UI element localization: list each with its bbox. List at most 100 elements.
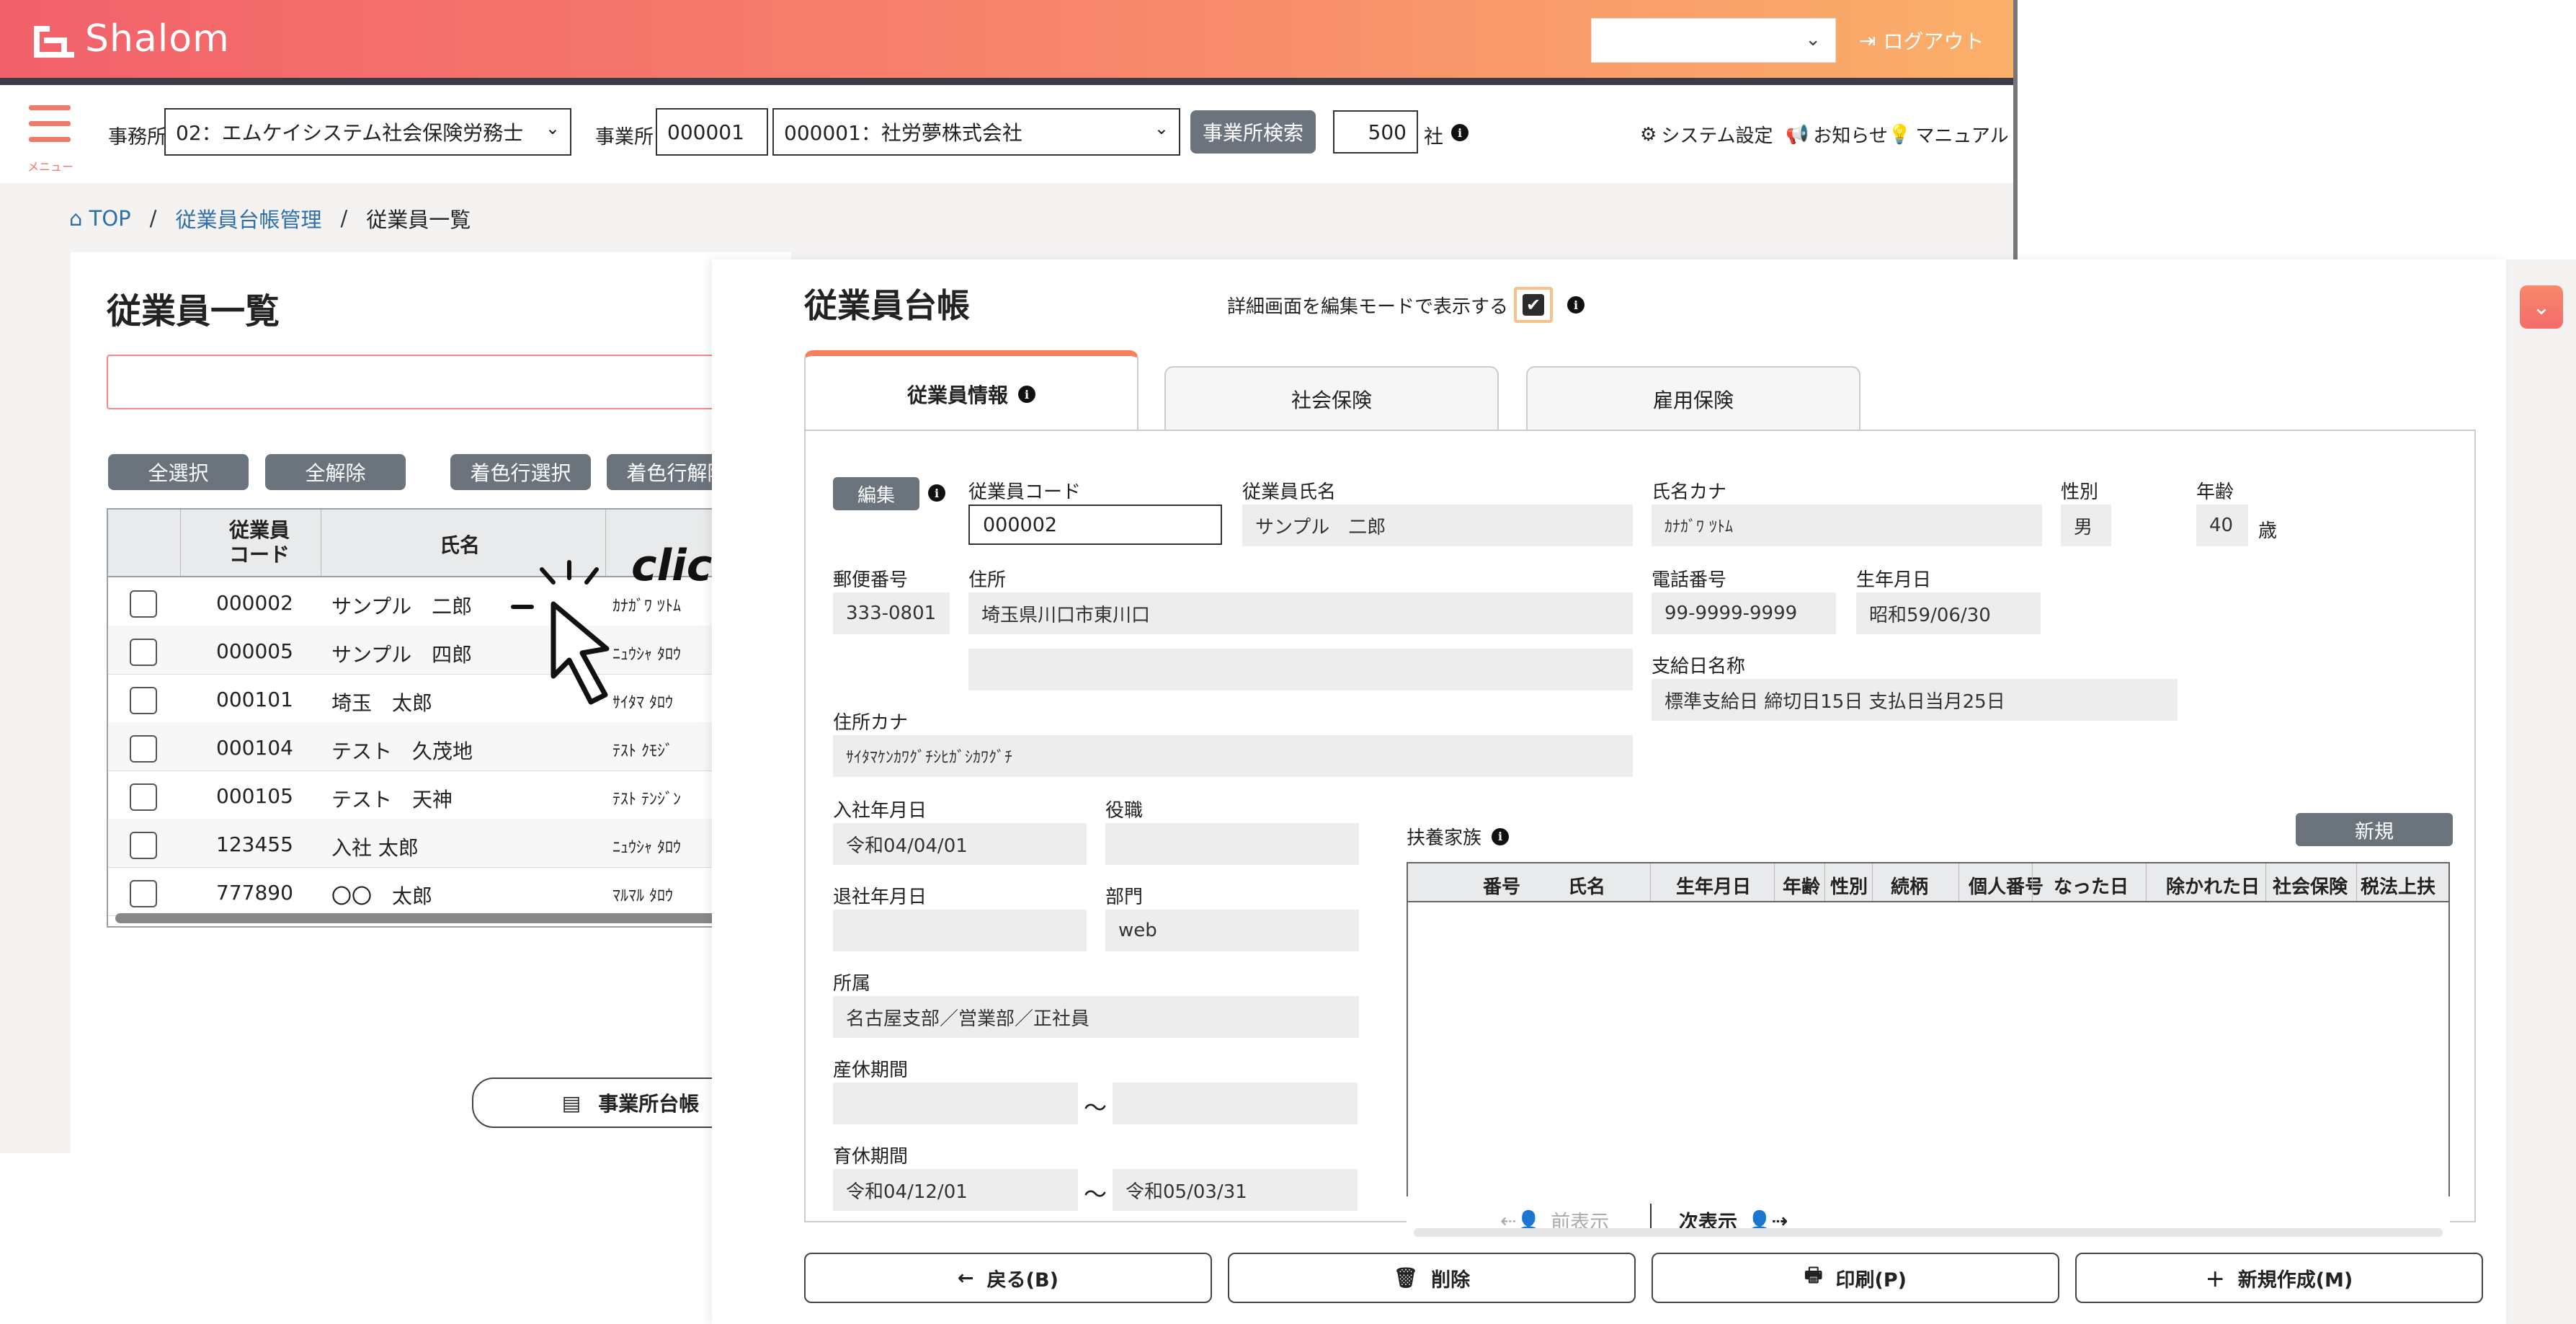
row-checkbox[interactable] xyxy=(130,639,157,666)
menu-button[interactable]: メニュー xyxy=(25,105,76,174)
row-checkbox[interactable] xyxy=(130,783,157,811)
chevron-down-icon: ⌄ xyxy=(1154,118,1169,138)
add-dependent-button[interactable]: 新規 xyxy=(2296,813,2453,846)
logout-button[interactable]: ⇥ ログアウト xyxy=(1859,26,1984,55)
printer-icon: 🖶 xyxy=(1804,1264,1823,1287)
notices-label: お知らせ xyxy=(1813,125,1888,147)
position-field[interactable] xyxy=(1105,823,1359,865)
dependents-label: 扶養家族 xyxy=(1407,827,1482,849)
employee-code-input[interactable]: 000002 xyxy=(968,505,1222,545)
top-right-select[interactable]: ⌄ xyxy=(1591,18,1836,63)
jigyosho-search-button[interactable]: 事業所検索 xyxy=(1190,110,1316,154)
address-line2-field[interactable] xyxy=(968,649,1633,690)
table-row[interactable]: 777890 〇〇 太郎 ﾏﾙﾏﾙ ﾀﾛｳ xyxy=(108,867,797,916)
tab-social-insurance[interactable]: 社会保険 xyxy=(1164,366,1499,431)
tab-employee-info[interactable]: 従業員情報 i xyxy=(804,350,1138,432)
column-divider xyxy=(1650,863,1651,901)
maternity-from-field[interactable] xyxy=(833,1083,1078,1124)
leave-date-field[interactable] xyxy=(833,910,1087,951)
row-checkbox[interactable] xyxy=(130,687,157,714)
table-row[interactable]: 000104 テスト 久茂地 ﾃｽﾄ ｸﾓｼﾞ xyxy=(108,722,797,771)
plus-icon: ＋ xyxy=(2205,1269,2225,1292)
info-icon[interactable]: i xyxy=(1451,124,1469,141)
employee-search-input[interactable] xyxy=(107,355,798,409)
column-header: 年齢 xyxy=(1783,876,1821,898)
age-label: 年齢 xyxy=(2196,481,2234,503)
delete-button[interactable]: 🗑 削除 xyxy=(1228,1253,1636,1303)
system-settings-link[interactable]: ⚙ システム設定 xyxy=(1640,121,1773,148)
jigyosho-select[interactable]: 000001：社労夢株式会社 ⌄ xyxy=(772,108,1180,156)
lightbulb-icon: 💡 xyxy=(1888,123,1912,146)
new-create-button[interactable]: ＋ 新規作成(M) xyxy=(2075,1253,2483,1303)
column-header: 性別 xyxy=(1830,876,1868,898)
select-all-button[interactable]: 全選択 xyxy=(108,454,249,490)
delete-label: 削除 xyxy=(1431,1269,1471,1292)
chevron-down-icon: ⌄ xyxy=(1805,29,1821,50)
address-kana-field[interactable]: ｻｲﾀﾏｹﾝｶﾜｸﾞﾁｼﾋｶﾞｼｶﾜｸﾞﾁ xyxy=(833,735,1633,777)
table-row[interactable]: 000105 テスト 天神 ﾃｽﾄ ﾃﾝｼﾞﾝ xyxy=(108,770,797,819)
info-icon[interactable]: i xyxy=(1492,827,1510,845)
birth-field[interactable]: 昭和59/06/30 xyxy=(1856,592,2041,634)
age-field: 40 xyxy=(2196,505,2248,546)
print-button[interactable]: 🖶 印刷(P) xyxy=(1652,1253,2059,1303)
horizontal-scrollbar[interactable] xyxy=(1414,1228,2443,1237)
row-checkbox[interactable] xyxy=(130,590,157,618)
office-select[interactable]: 02：エムケイシステム社会保険労務士 ⌄ xyxy=(164,108,571,156)
affiliation-field[interactable]: 名古屋支部／営業部／正社員 xyxy=(833,996,1359,1038)
column-header: 続柄 xyxy=(1891,876,1929,898)
address-field[interactable]: 埼玉県川口市東川口 xyxy=(968,592,1633,634)
phone-label: 電話番号 xyxy=(1652,569,1727,591)
tab-employment-insurance[interactable]: 雇用保険 xyxy=(1526,366,1860,431)
company-count-field: 500 xyxy=(1333,110,1418,154)
childcare-to-field[interactable]: 令和05/03/31 xyxy=(1113,1169,1358,1211)
breadcrumb-ledger[interactable]: 従業員台帳管理 xyxy=(175,203,321,234)
maternity-label: 産休期間 xyxy=(833,1059,909,1081)
collapse-toggle-button[interactable]: ⌄ xyxy=(2520,285,2563,329)
notices-link[interactable]: 📢 お知らせ xyxy=(1786,121,1888,148)
childcare-from-field[interactable]: 令和04/12/01 xyxy=(833,1169,1078,1211)
company-count-unit: 社 xyxy=(1424,126,1443,148)
office-ledger-label: 事業所台帳 xyxy=(598,1092,700,1116)
manual-link[interactable]: 💡 マニュアル xyxy=(1888,121,2009,148)
back-label: 戻る(B) xyxy=(986,1269,1059,1292)
select-colored-rows-button[interactable]: 着色行選択 xyxy=(450,454,591,490)
payday-field[interactable]: 標準支給日 締切日15日 支払日当月25日 xyxy=(1652,679,2178,721)
chevron-down-icon: ⌄ xyxy=(545,118,560,138)
column-divider xyxy=(2356,863,2357,901)
column-header: 氏名 xyxy=(1568,876,1606,898)
jigyosho-code-input[interactable]: 000001 xyxy=(656,108,768,156)
phone-field[interactable]: 99-9999-9999 xyxy=(1652,592,1836,634)
edit-button[interactable]: 編集 xyxy=(833,477,919,510)
info-icon[interactable]: i xyxy=(1018,386,1035,403)
row-checkbox[interactable] xyxy=(130,832,157,859)
row-checkbox[interactable] xyxy=(130,735,157,763)
department-field[interactable]: web xyxy=(1105,910,1359,951)
postal-field[interactable]: 333-0801 xyxy=(833,592,950,634)
row-checkbox[interactable] xyxy=(130,880,157,907)
info-icon[interactable]: i xyxy=(928,484,945,502)
back-button[interactable]: ← 戻る(B) xyxy=(804,1253,1212,1303)
join-date-field[interactable]: 令和04/04/01 xyxy=(833,823,1087,865)
info-icon[interactable]: i xyxy=(1567,296,1585,314)
gender-field[interactable]: 男 xyxy=(2061,505,2111,546)
name-kana-field[interactable]: ｶﾅｶﾞﾜ ﾂﾄﾑ xyxy=(1652,505,2042,546)
row-name: 〇〇 太郎 xyxy=(331,884,433,908)
dependents-heading: 扶養家族 i xyxy=(1407,823,1510,850)
jigyosho-label: 事業所 xyxy=(595,126,654,148)
table-row[interactable]: 123455 入社 太郎 ﾆｭｳｼｬ ﾀﾛｳ xyxy=(108,819,797,868)
name-kana-label: 氏名カナ xyxy=(1652,481,1727,503)
maternity-to-field[interactable] xyxy=(1113,1083,1358,1124)
column-header: なった日 xyxy=(2054,876,2129,898)
horizontal-scrollbar[interactable] xyxy=(115,913,793,923)
column-header: 社会保険 xyxy=(2273,876,2348,898)
logout-icon: ⇥ xyxy=(1859,28,1876,53)
column-divider xyxy=(2265,863,2266,901)
column-header: 除かれた日 xyxy=(2166,876,2260,898)
edit-mode-checkbox[interactable]: ✔ xyxy=(1514,287,1554,323)
age-unit: 歳 xyxy=(2258,520,2278,542)
employee-ledger-modal: 従業員台帳 詳細画面を編集モードで表示する ✔ i 従業員情報 i 社会保険 雇… xyxy=(712,259,2506,1324)
pager-divider xyxy=(1650,1204,1652,1230)
deselect-all-button[interactable]: 全解除 xyxy=(265,454,406,490)
breadcrumb-top[interactable]: ⌂ TOP xyxy=(69,206,131,231)
employee-name-field[interactable]: サンプル 二郎 xyxy=(1242,505,1633,546)
